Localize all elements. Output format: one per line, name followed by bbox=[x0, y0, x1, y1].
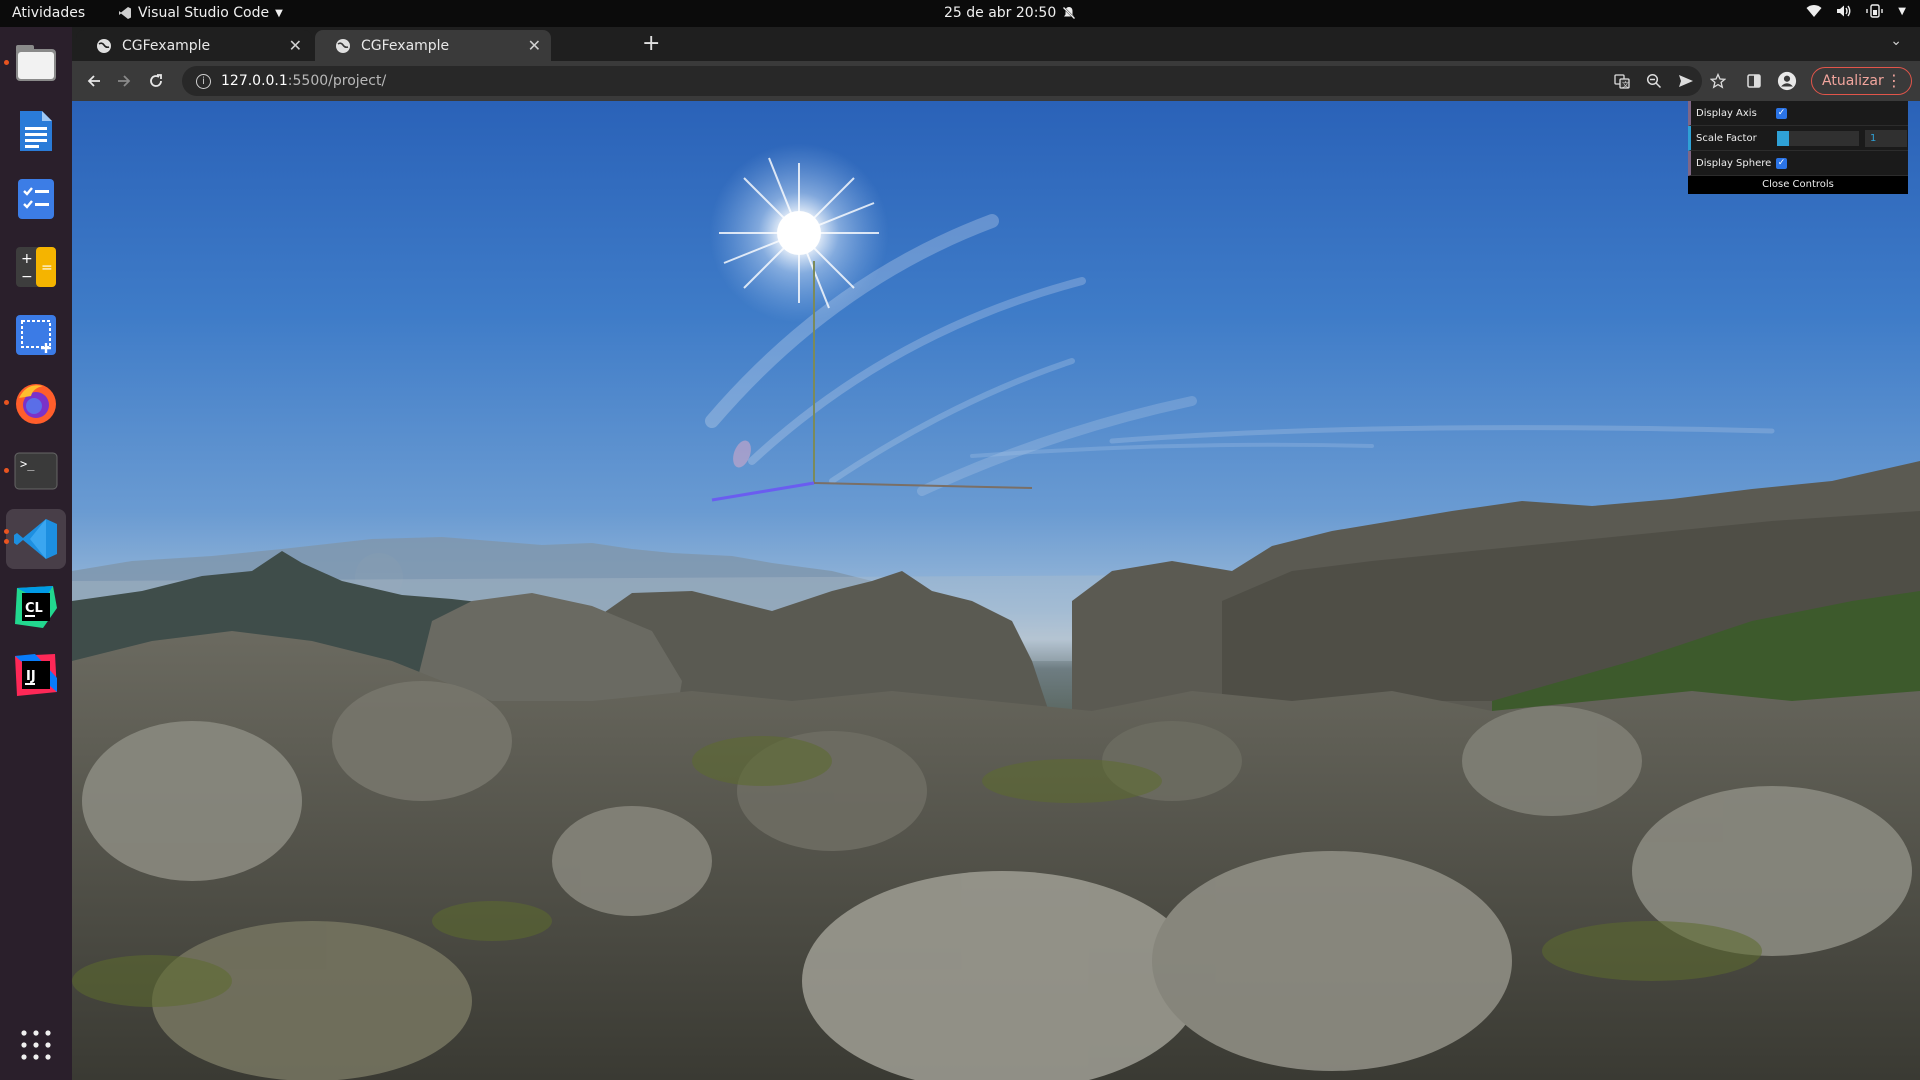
tab-cgfexample-1[interactable]: CGFexample ✕ bbox=[76, 30, 312, 61]
vscode-small-icon bbox=[119, 7, 131, 19]
scale-factor-input[interactable]: 1 bbox=[1865, 130, 1907, 147]
axis-z bbox=[711, 481, 815, 502]
url-host: 127.0.0.1 bbox=[221, 73, 288, 89]
notifications-off-icon bbox=[1062, 6, 1076, 20]
dock-item-intellij[interactable]: IJ bbox=[6, 645, 66, 705]
translate-icon[interactable]: 文 bbox=[1612, 71, 1632, 91]
zoom-out-icon[interactable] bbox=[1644, 71, 1664, 91]
webgl-canvas[interactable] bbox=[72, 101, 1920, 1080]
panorama-scene bbox=[72, 143, 1920, 1080]
send-icon[interactable] bbox=[1676, 71, 1696, 91]
scale-factor-slider[interactable] bbox=[1777, 131, 1859, 146]
display-axis-label: Display Axis bbox=[1696, 107, 1757, 119]
chevron-down-icon: ▼ bbox=[275, 7, 283, 19]
dock-item-vscode[interactable] bbox=[6, 509, 66, 569]
close-controls-button[interactable]: Close Controls bbox=[1688, 176, 1908, 194]
running-indicator bbox=[4, 468, 9, 473]
arrow-left-icon bbox=[87, 75, 100, 87]
tab-title: CGFexample bbox=[361, 37, 450, 54]
gui-row-scale-factor: Scale Factor 1 bbox=[1688, 126, 1908, 151]
clock[interactable]: 25 de abr 20:50 bbox=[944, 5, 1076, 21]
menu-kebab-icon[interactable]: ⋮ bbox=[1886, 71, 1902, 90]
bookmark-star-icon[interactable] bbox=[1708, 71, 1728, 91]
running-indicator bbox=[4, 539, 9, 544]
address-bar[interactable]: i 127.0.0.1:5500/project/ bbox=[182, 66, 1702, 96]
back-button[interactable] bbox=[82, 69, 106, 93]
svg-text:CL: CL bbox=[25, 601, 43, 616]
scale-factor-slider-fill bbox=[1777, 131, 1789, 146]
document-icon bbox=[20, 111, 52, 151]
system-menu-chevron-icon: ▼ bbox=[1898, 5, 1906, 17]
dock-item-screenshot[interactable] bbox=[6, 305, 66, 365]
dock-item-files[interactable] bbox=[6, 33, 66, 93]
reload-button[interactable] bbox=[144, 69, 168, 93]
lens-flare bbox=[733, 440, 751, 468]
display-sphere-label: Display Sphere bbox=[1696, 157, 1772, 169]
gui-row-display-axis: Display Axis ✓ bbox=[1688, 101, 1908, 126]
dock-item-tasks[interactable] bbox=[6, 169, 66, 229]
browser-toolbar: i 127.0.0.1:5500/project/ 文 Atualizar ⋮ bbox=[72, 61, 1920, 101]
globe-icon bbox=[97, 38, 111, 53]
globe-icon bbox=[336, 38, 350, 53]
show-apps-icon bbox=[21, 1030, 51, 1060]
display-sphere-checkbox[interactable]: ✓ bbox=[1776, 157, 1787, 169]
clion-icon: CL bbox=[15, 586, 57, 628]
folder-icon bbox=[16, 45, 56, 81]
intellij-icon: IJ bbox=[15, 654, 57, 696]
running-indicator bbox=[4, 529, 9, 534]
screenshot-icon bbox=[16, 315, 56, 355]
close-icon[interactable]: ✕ bbox=[289, 36, 302, 55]
url-path: :5500/project/ bbox=[287, 73, 387, 89]
update-button[interactable]: Atualizar ⋮ bbox=[1811, 67, 1912, 95]
show-apps-button[interactable] bbox=[6, 1015, 66, 1075]
new-tab-button[interactable]: + bbox=[642, 31, 660, 56]
update-button-label: Atualizar bbox=[1822, 73, 1884, 89]
app-menu-label: Visual Studio Code bbox=[138, 5, 270, 21]
tab-cgfexample-2[interactable]: CGFexample ✕ bbox=[315, 30, 551, 61]
svg-text:=: = bbox=[41, 260, 53, 276]
arrow-right-icon bbox=[118, 75, 131, 87]
svg-text:−: − bbox=[21, 269, 33, 285]
tab-search-chevron-icon[interactable]: ⌄ bbox=[1890, 33, 1902, 49]
display-axis-checkbox[interactable]: ✓ bbox=[1776, 107, 1787, 119]
dock-item-clion[interactable]: CL bbox=[6, 577, 66, 637]
running-indicator bbox=[4, 60, 9, 65]
calculator-icon: + −= bbox=[16, 247, 56, 287]
clock-label: 25 de abr 20:50 bbox=[944, 5, 1057, 21]
vscode-icon bbox=[14, 519, 57, 559]
dock-item-calculator[interactable]: + − = bbox=[6, 237, 66, 297]
firefox-icon bbox=[16, 384, 56, 424]
reload-icon bbox=[150, 74, 162, 87]
dock-item-firefox[interactable] bbox=[6, 373, 66, 433]
ubuntu-dock: + − = >_ CL IJ bbox=[0, 27, 72, 1080]
running-indicator bbox=[4, 400, 9, 405]
system-tray[interactable]: ▼ bbox=[1806, 4, 1906, 18]
scale-factor-label: Scale Factor bbox=[1696, 132, 1757, 144]
svg-text:IJ: IJ bbox=[26, 669, 36, 684]
dock-item-writer[interactable] bbox=[6, 101, 66, 161]
forward-button[interactable] bbox=[112, 69, 136, 93]
activities-button[interactable]: Atividades bbox=[12, 5, 85, 21]
site-info-icon[interactable]: i bbox=[196, 73, 211, 89]
wifi-icon bbox=[1806, 5, 1822, 17]
battery-icon bbox=[1866, 4, 1883, 18]
tab-strip: CGFexample ✕ CGFexample ✕ + ⌄ bbox=[72, 27, 1920, 61]
tab-title: CGFexample bbox=[122, 37, 211, 54]
side-panel-icon[interactable] bbox=[1744, 71, 1764, 91]
checklist-icon bbox=[18, 179, 54, 219]
terminal-icon: >_ bbox=[14, 452, 58, 490]
close-icon[interactable]: ✕ bbox=[528, 36, 541, 55]
dat-gui-panel: Display Axis ✓ Scale Factor 1 Display Sp… bbox=[1688, 101, 1908, 194]
volume-icon bbox=[1837, 5, 1851, 17]
sun bbox=[709, 143, 889, 323]
app-menu[interactable]: Visual Studio Code ▼ bbox=[118, 5, 283, 21]
gnome-top-bar: Atividades Visual Studio Code ▼ 25 de ab… bbox=[0, 0, 1920, 27]
profile-avatar-icon[interactable] bbox=[1777, 71, 1797, 91]
gui-row-display-sphere: Display Sphere ✓ bbox=[1688, 151, 1908, 176]
svg-text:+: + bbox=[21, 251, 33, 267]
svg-text:>_: >_ bbox=[20, 457, 35, 471]
svg-text:文: 文 bbox=[1622, 80, 1629, 89]
dock-item-terminal[interactable]: >_ bbox=[6, 441, 66, 501]
